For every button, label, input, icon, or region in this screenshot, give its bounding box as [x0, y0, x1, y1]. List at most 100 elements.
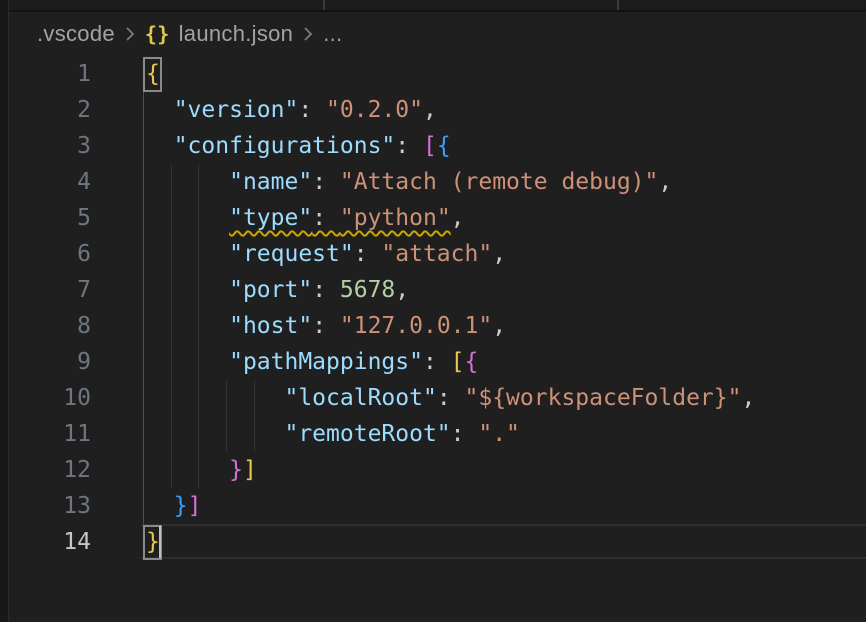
- code-token: [: [423, 133, 437, 159]
- code-token: "type": [229, 205, 312, 231]
- code-token: :: [451, 421, 479, 447]
- code-token: "Attach (remote debug)": [340, 169, 659, 195]
- line-number[interactable]: 14: [0, 524, 91, 560]
- code-line[interactable]: 5 "type": "python",: [0, 200, 866, 236]
- code-token: "name": [229, 169, 312, 195]
- line-number[interactable]: 11: [0, 416, 91, 452]
- code-text: "host": "127.0.0.1",: [146, 308, 506, 344]
- code-token: :: [298, 97, 326, 123]
- line-number[interactable]: 12: [0, 452, 91, 488]
- code-token: "127.0.0.1": [340, 313, 492, 339]
- code-token: "remoteRoot": [284, 421, 450, 447]
- line-number[interactable]: 13: [0, 488, 91, 524]
- code-text: "name": "Attach (remote debug)",: [146, 164, 672, 200]
- line-number[interactable]: 10: [0, 380, 91, 416]
- chevron-right-icon: [124, 24, 136, 44]
- code-token: [: [451, 349, 465, 375]
- code-token: "0.2.0": [326, 97, 423, 123]
- tab-bar-edge[interactable]: [9, 0, 866, 12]
- code-token: "version": [174, 97, 299, 123]
- code-area[interactable]: 1{2 "version": "0.2.0",3 "configurations…: [0, 56, 866, 560]
- code-line[interactable]: 8 "host": "127.0.0.1",: [0, 308, 866, 344]
- indent-guide-line: [143, 308, 144, 344]
- tab-separator: [323, 0, 325, 10]
- code-token: ]: [243, 457, 257, 483]
- code-token: :: [395, 133, 423, 159]
- indent-guide-line: [143, 236, 144, 272]
- code-text: "port": 5678,: [146, 272, 409, 308]
- code-line[interactable]: 3 "configurations": [{: [0, 128, 866, 164]
- code-line[interactable]: 12 }]: [0, 452, 866, 488]
- indent-guide-line: [143, 200, 144, 236]
- code-token: ,: [741, 385, 755, 411]
- code-text: {: [146, 56, 160, 92]
- code-token: :: [312, 277, 340, 303]
- code-line[interactable]: 4 "name": "Attach (remote debug)",: [0, 164, 866, 200]
- code-text: }: [146, 524, 160, 560]
- indent-guide-line: [143, 380, 144, 416]
- code-text: "localRoot": "${workspaceFolder}",: [146, 380, 755, 416]
- indent-guide-line: [143, 344, 144, 380]
- line-number[interactable]: 8: [0, 308, 91, 344]
- line-number[interactable]: 7: [0, 272, 91, 308]
- code-line[interactable]: 11 "remoteRoot": ".": [0, 416, 866, 452]
- breadcrumb-symbol-more[interactable]: ...: [323, 21, 342, 47]
- code-text: "remoteRoot": ".": [146, 416, 520, 452]
- code-token: ".": [478, 421, 520, 447]
- breadcrumb: .vscode {} launch.json ...: [9, 12, 866, 56]
- code-text: "configurations": [{: [146, 128, 451, 164]
- code-token: :: [312, 205, 340, 231]
- line-number[interactable]: 9: [0, 344, 91, 380]
- breadcrumb-folder[interactable]: .vscode: [37, 21, 115, 47]
- code-token: "attach": [381, 241, 492, 267]
- code-token: "pathMappings": [229, 349, 423, 375]
- code-text: }]: [146, 452, 257, 488]
- code-line[interactable]: 7 "port": 5678,: [0, 272, 866, 308]
- code-line[interactable]: 14}: [0, 524, 866, 560]
- json-braces-icon: {}: [145, 22, 170, 46]
- line-number[interactable]: 1: [0, 56, 91, 92]
- code-token: "python": [340, 205, 451, 231]
- code-line[interactable]: 13 }]: [0, 488, 866, 524]
- code-token: :: [354, 241, 382, 267]
- code-line[interactable]: 9 "pathMappings": [{: [0, 344, 866, 380]
- breadcrumb-file[interactable]: launch.json: [179, 21, 294, 47]
- line-number[interactable]: 2: [0, 92, 91, 128]
- indent-guide-line: [143, 488, 144, 524]
- line-number[interactable]: 4: [0, 164, 91, 200]
- code-text: "request": "attach",: [146, 236, 506, 272]
- code-line[interactable]: 1{: [0, 56, 866, 92]
- chevron-right-icon: [302, 24, 314, 44]
- indent-guide-line: [143, 416, 144, 452]
- code-token: }: [174, 493, 188, 519]
- code-token: :: [312, 313, 340, 339]
- code-token: "${workspaceFolder}": [465, 385, 742, 411]
- indent-guide-line: [143, 452, 144, 488]
- line-number[interactable]: 3: [0, 128, 91, 164]
- current-line-highlight: [141, 524, 866, 559]
- indent-guide-line: [143, 164, 144, 200]
- code-token: "host": [229, 313, 312, 339]
- line-number[interactable]: 5: [0, 200, 91, 236]
- indent-guide-line: [143, 272, 144, 308]
- code-token: :: [437, 385, 465, 411]
- indent-guide-line: [143, 128, 144, 164]
- code-token: ,: [423, 97, 437, 123]
- code-line[interactable]: 6 "request": "attach",: [0, 236, 866, 272]
- code-token: {: [437, 133, 451, 159]
- code-token: ,: [658, 169, 672, 195]
- code-line[interactable]: 10 "localRoot": "${workspaceFolder}",: [0, 380, 866, 416]
- indent-guide-line: [143, 92, 144, 128]
- code-token: }: [229, 457, 243, 483]
- line-number[interactable]: 6: [0, 236, 91, 272]
- code-token: "configurations": [174, 133, 396, 159]
- code-token: "port": [229, 277, 312, 303]
- code-token: "request": [229, 241, 354, 267]
- code-text: "pathMappings": [{: [146, 344, 478, 380]
- code-token: {: [465, 349, 479, 375]
- code-text: }]: [146, 488, 201, 524]
- code-token: ,: [492, 241, 506, 267]
- code-token: ,: [451, 205, 465, 231]
- code-line[interactable]: 2 "version": "0.2.0",: [0, 92, 866, 128]
- code-token: ,: [395, 277, 409, 303]
